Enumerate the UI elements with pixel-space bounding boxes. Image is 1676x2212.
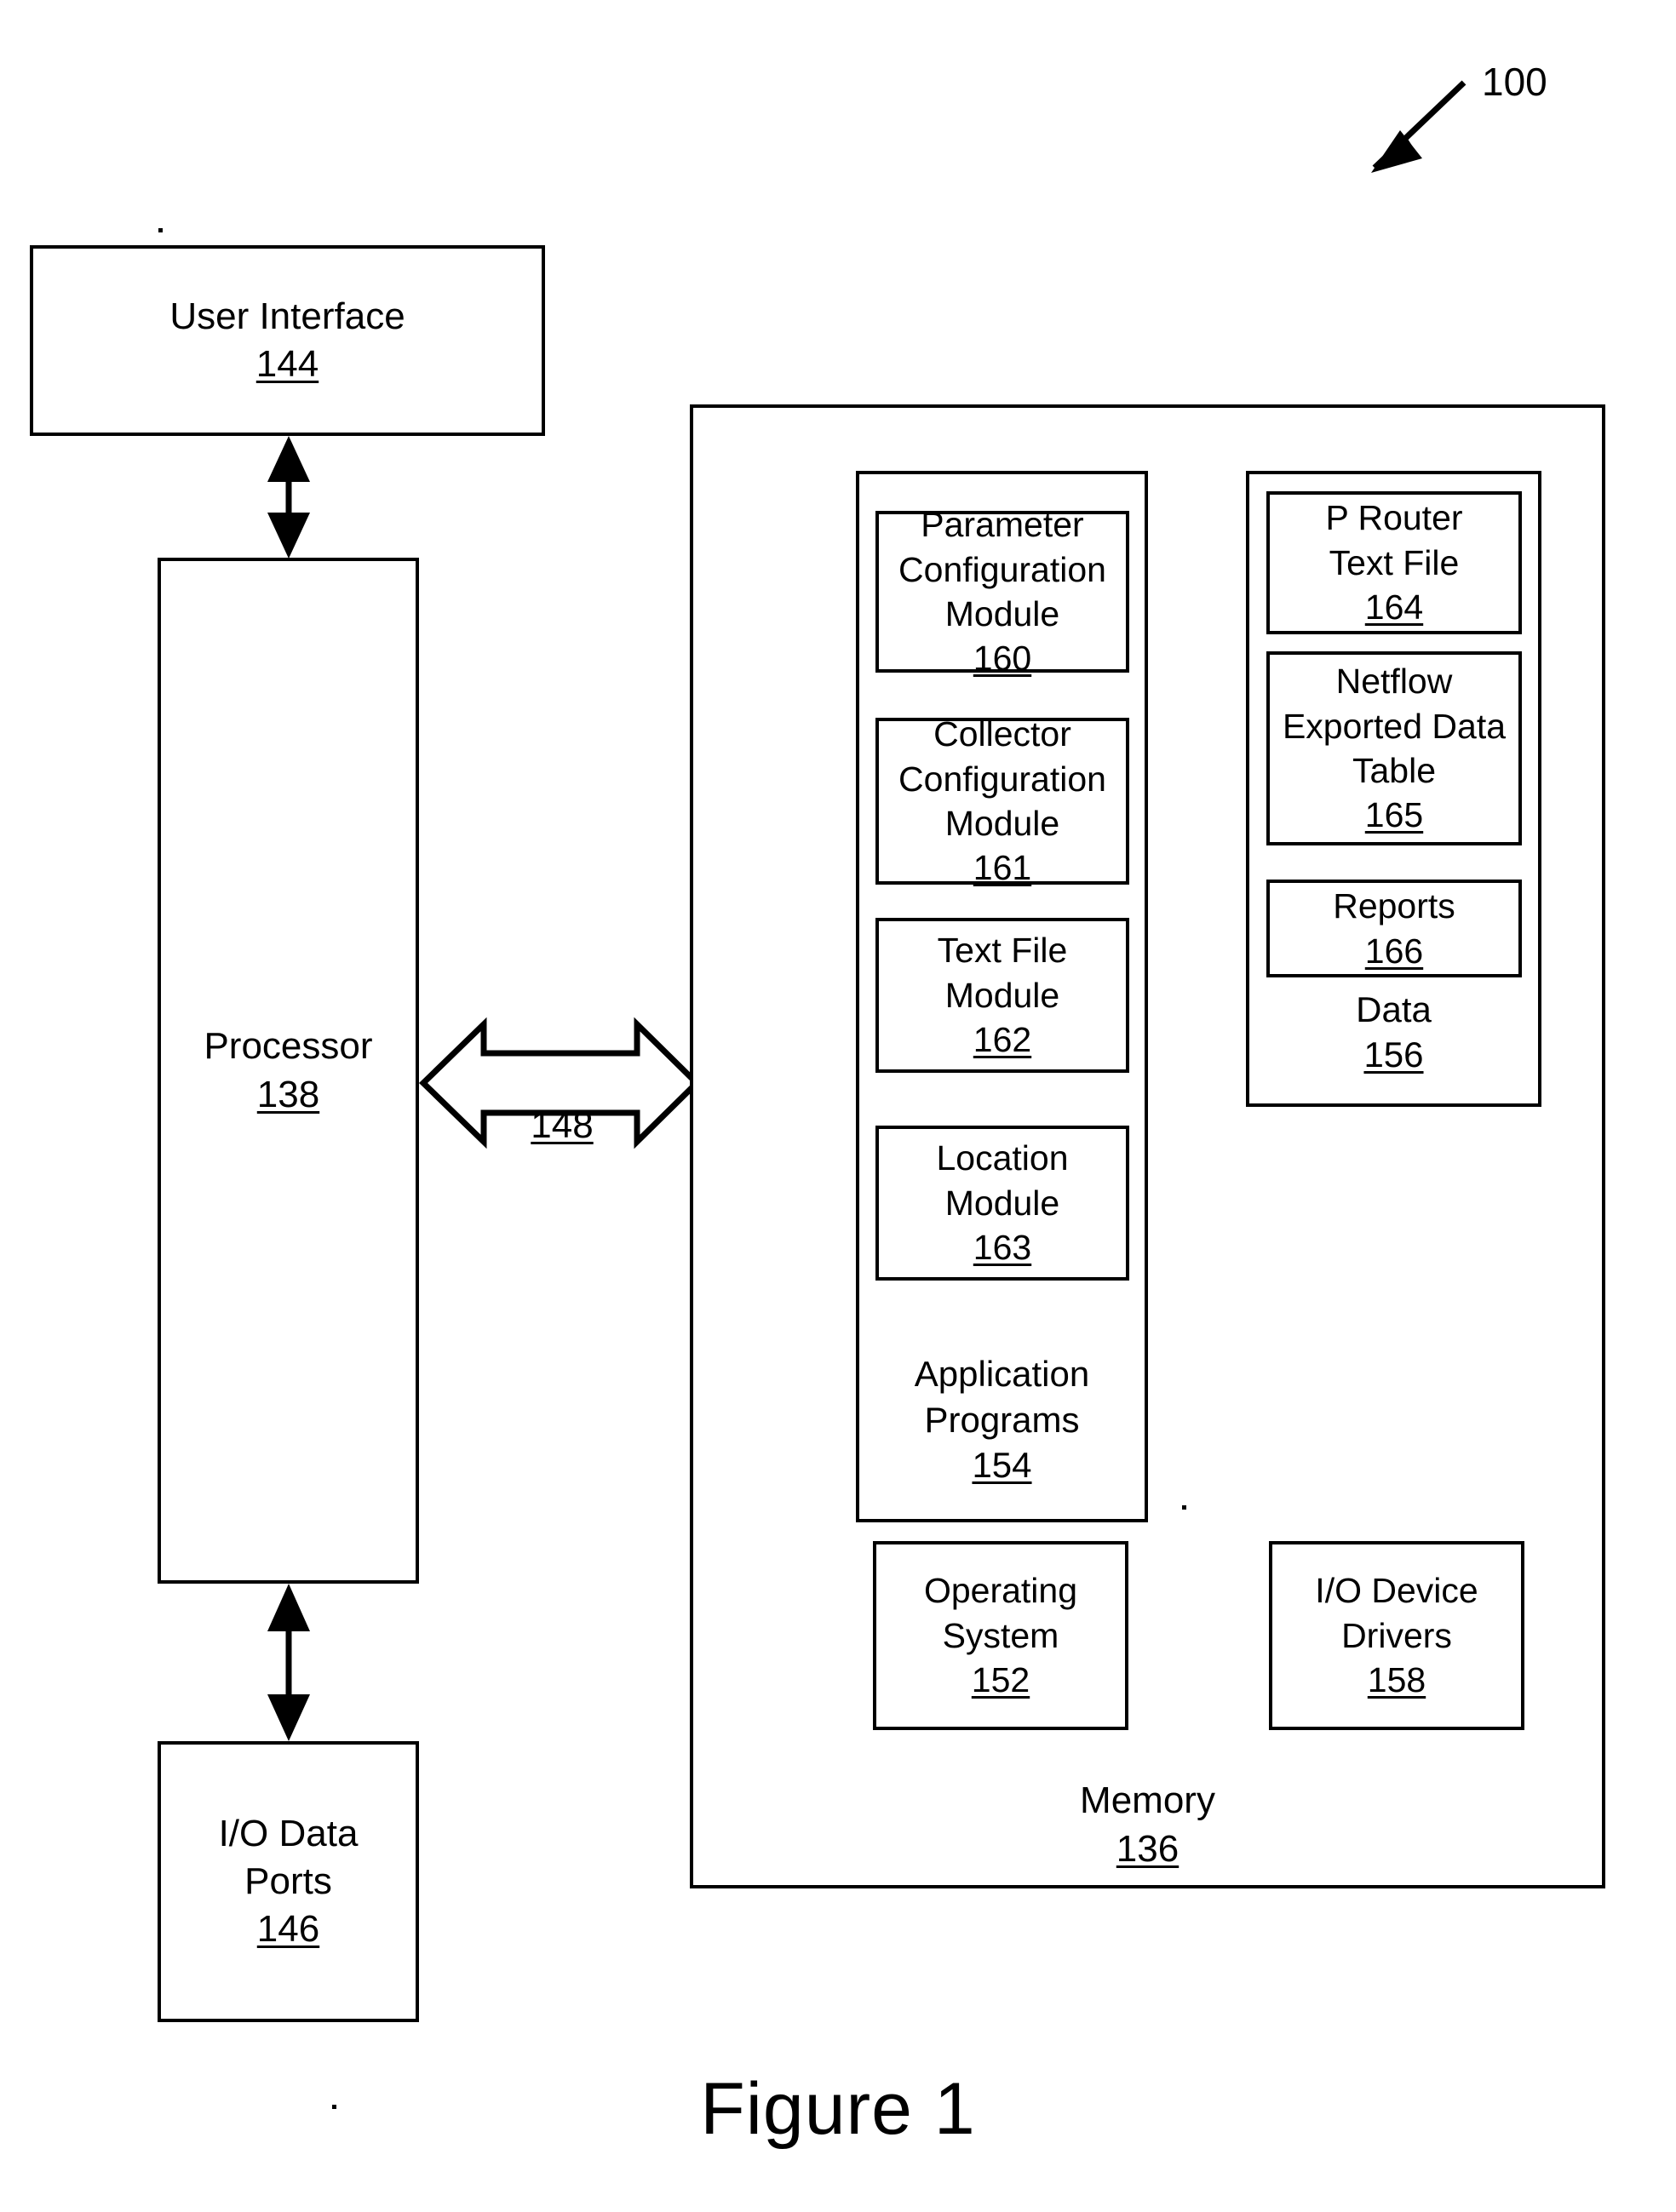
reports-label: Reports [1333,886,1455,926]
location-module-label: Location Module [936,1138,1069,1223]
memory-label: Memory [1080,1779,1215,1822]
io-device-drivers-ref: 158 [1367,1660,1426,1700]
collector-configuration-module-ref: 161 [973,848,1032,888]
system-ref-leader-arrow [1371,80,1466,173]
p-router-text-file-box: P Router Text File 164 [1266,491,1522,634]
io-data-ports-ref: 146 [256,1908,320,1951]
system-ref-label: 100 [1482,59,1547,104]
operating-system-ref: 152 [971,1660,1030,1700]
text-file-module-label: Text File Module [937,931,1068,1015]
collector-configuration-module-box: Collector Configuration Module 161 [875,714,1129,887]
figure-caption: Figure 1 [700,2068,976,2150]
processor-ioports-arrow [267,1584,310,1741]
io-data-ports-box: I/O Data Ports 146 [158,1741,419,2022]
user-interface-ref: 144 [255,343,319,385]
system-bus-ref-label: 148 [531,1104,594,1147]
scan-speck [158,228,163,232]
text-file-module-ref: 162 [973,1020,1032,1060]
text-file-module-box: Text File Module 162 [875,918,1129,1073]
parameter-configuration-module-label: Parameter Configuration Module [898,505,1106,633]
parameter-configuration-module-box: Parameter Configuration Module 160 [875,505,1129,678]
location-module-box: Location Module 163 [875,1126,1129,1281]
processor-ref: 138 [256,1073,320,1115]
data-label: Data [1356,989,1432,1029]
application-programs-ref: 154 [972,1445,1032,1486]
netflow-exported-data-table-ref: 165 [1364,795,1424,835]
processor-box: Processor 138 [158,558,419,1584]
user-interface-label: User Interface [169,295,405,337]
memory-ref: 136 [1116,1827,1180,1870]
scan-speck [1182,1505,1186,1510]
reports-ref: 166 [1364,931,1424,971]
p-router-text-file-ref: 164 [1364,587,1424,627]
patent-figure-1: 100 User Interface 144 Processor 138 148… [0,0,1676,2212]
io-data-ports-label: I/O Data Ports [218,1812,359,1902]
collector-configuration-module-label: Collector Configuration Module [898,714,1106,843]
parameter-configuration-module-ref: 160 [973,639,1032,679]
location-module-ref: 163 [973,1228,1032,1268]
netflow-exported-data-table-box: Netflow Exported Data Table 165 [1266,651,1522,845]
netflow-exported-data-table-label: Netflow Exported Data Table [1282,662,1507,790]
p-router-text-file-label: P Router Text File [1325,498,1463,582]
processor-label: Processor [204,1025,373,1068]
io-device-drivers-box: I/O Device Drivers 158 [1269,1541,1524,1730]
user-interface-box: User Interface 144 [30,245,545,436]
application-programs-label: Application Programs [914,1353,1090,1440]
data-ref: 156 [1363,1034,1424,1075]
operating-system-box: Operating System 152 [873,1541,1128,1730]
reports-box: Reports 166 [1266,880,1522,977]
ui-processor-arrow [267,436,310,559]
operating-system-label: Operating System [923,1571,1078,1655]
io-device-drivers-label: I/O Device Drivers [1315,1571,1478,1655]
